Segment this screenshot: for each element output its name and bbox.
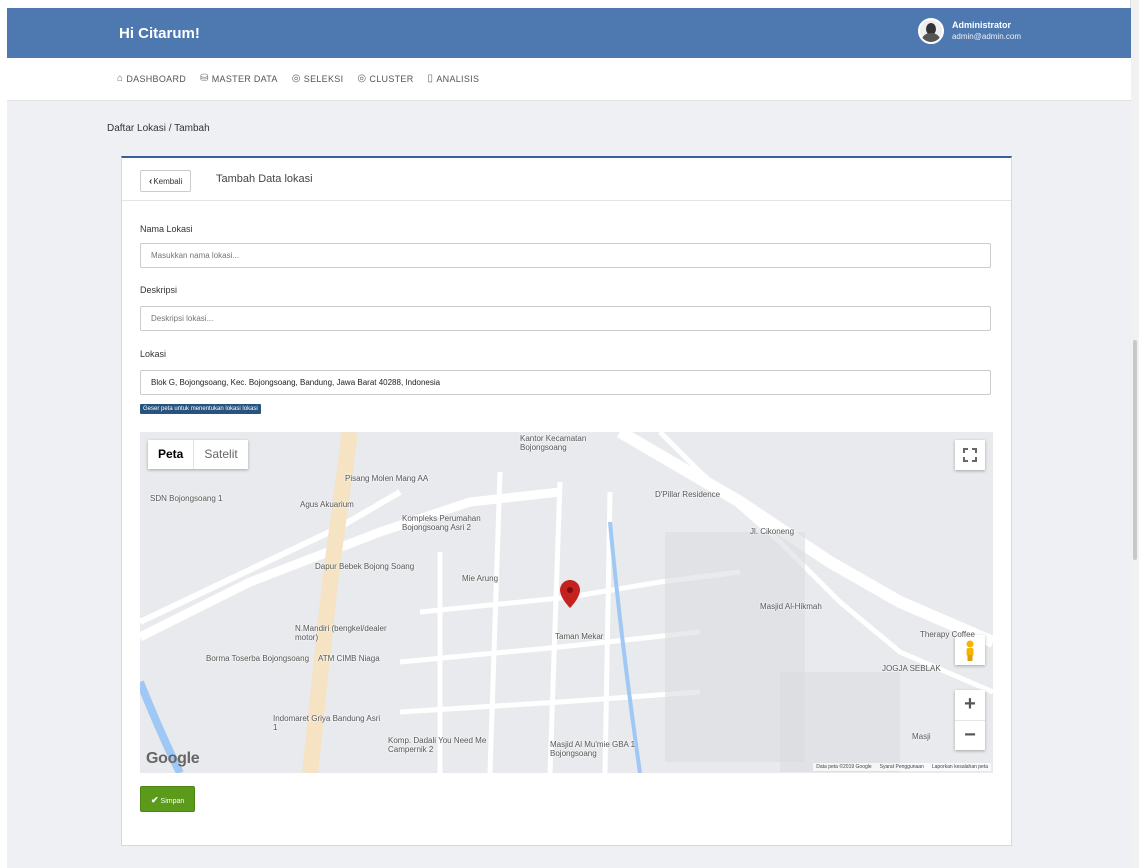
map-place-label[interactable]: D'Pillar Residence bbox=[655, 490, 720, 499]
nav-label: MASTER DATA bbox=[211, 73, 278, 84]
map-place-label[interactable]: SDN Bojongsoang 1 bbox=[150, 494, 223, 503]
description-label: Deskripsi bbox=[140, 285, 178, 295]
app-root: Hi Citarum! Administrator admin@admin.co… bbox=[0, 0, 1139, 868]
avatar[interactable] bbox=[917, 18, 944, 44]
description-input[interactable] bbox=[140, 306, 991, 331]
map-type-control: Peta Satelit bbox=[148, 440, 248, 469]
map-type-map[interactable]: Peta bbox=[148, 440, 193, 469]
nav-item-seleksi[interactable]: ◎ SELEKSI bbox=[292, 73, 344, 84]
map-place-label[interactable]: Mie Arung bbox=[462, 574, 498, 583]
map-place-label[interactable]: Therapy Coffee bbox=[920, 630, 975, 639]
google-logo: Google bbox=[146, 750, 200, 767]
save-button-label: Simpan bbox=[160, 798, 185, 805]
map-canvas[interactable] bbox=[140, 432, 993, 773]
back-button-label: Kembali bbox=[153, 177, 183, 186]
scrollbar[interactable] bbox=[1130, 0, 1139, 868]
map-pin-icon: ◎ bbox=[291, 73, 301, 84]
nav-item-master-data[interactable]: ⛁ MASTER DATA bbox=[200, 73, 278, 84]
main-nav: ⌂ DASHBOARD ⛁ MASTER DATA ◎ SELEKSI ◎ CLUSTER ▯ A… bbox=[7, 58, 1131, 101]
chevron-left-icon: ‹ bbox=[149, 176, 153, 187]
name-input[interactable] bbox=[140, 243, 991, 268]
name-label: Nama Lokasi bbox=[140, 224, 193, 234]
user-menu[interactable]: Administrator admin@admin.com bbox=[917, 18, 1021, 44]
nav-label: DASHBOARD bbox=[126, 73, 187, 84]
nav-label: CLUSTER bbox=[369, 73, 414, 84]
map-pin-icon: ◎ bbox=[357, 73, 367, 84]
brand-title[interactable]: Hi Citarum! bbox=[119, 25, 200, 42]
map-place-label[interactable]: Taman Mekar bbox=[555, 632, 603, 641]
map-hint-badge: Geser peta untuk menentukan lokasi lokas… bbox=[140, 404, 261, 414]
document-icon: ▯ bbox=[427, 73, 434, 84]
location-map[interactable]: Peta Satelit + − Google Data peta ©2019 … bbox=[140, 432, 993, 773]
main-content: Daftar Lokasi / Tambah ‹Kembali Tambah D… bbox=[7, 101, 1131, 868]
check-icon: ✔ bbox=[151, 795, 159, 805]
location-input[interactable] bbox=[140, 370, 991, 395]
map-place-label[interactable]: Komp. Dadali You Need Me Campernik 2 bbox=[388, 736, 498, 754]
nav-item-dashboard[interactable]: ⌂ DASHBOARD bbox=[117, 73, 186, 84]
window-edge bbox=[0, 0, 7, 868]
user-name: Administrator bbox=[951, 20, 1011, 30]
top-bar: Hi Citarum! Administrator admin@admin.co… bbox=[7, 8, 1131, 58]
map-place-label[interactable]: Kantor Kecamatan Bojongsoang bbox=[520, 434, 630, 452]
home-icon: ⌂ bbox=[117, 73, 124, 84]
map-place-label[interactable]: Jl. Cikoneng bbox=[750, 527, 794, 536]
nav-label: ANALISIS bbox=[436, 73, 480, 84]
card-title: Tambah Data lokasi bbox=[216, 173, 313, 185]
user-info: Administrator admin@admin.com bbox=[952, 20, 1021, 42]
map-place-label[interactable]: Agus Akuarium bbox=[300, 500, 354, 509]
map-place-label[interactable]: Pisang Molen Mang AA bbox=[345, 474, 428, 483]
form-card: ‹Kembali Tambah Data lokasi Nama Lokasi … bbox=[121, 156, 1012, 846]
street-view-button[interactable] bbox=[955, 635, 985, 665]
map-place-label[interactable]: JOGJA SEBLAK bbox=[882, 664, 941, 673]
attribution-item[interactable]: Syarat Penggunaan bbox=[880, 764, 924, 770]
save-button[interactable]: ✔ Simpan bbox=[140, 786, 196, 812]
map-place-label[interactable]: ATM CIMB Niaga bbox=[318, 654, 380, 663]
nav-item-cluster[interactable]: ◎ CLUSTER bbox=[357, 73, 413, 84]
nav-item-analisis[interactable]: ▯ ANALISIS bbox=[428, 73, 480, 84]
fullscreen-button[interactable] bbox=[955, 440, 985, 470]
land-block bbox=[780, 672, 900, 772]
attribution-item[interactable]: Laporkan kesalahan peta bbox=[932, 764, 988, 770]
database-icon: ⛁ bbox=[200, 73, 209, 84]
nav-label: SELEKSI bbox=[303, 73, 344, 84]
map-place-label[interactable]: Masjid Al Mu'mie GBA 1 Bojongsoang bbox=[550, 740, 660, 758]
scrollbar-thumb[interactable] bbox=[1133, 340, 1137, 560]
nav-list: ⌂ DASHBOARD ⛁ MASTER DATA ◎ SELEKSI ◎ CLUSTER ▯ A… bbox=[117, 73, 493, 84]
map-place-label[interactable]: Masjid Al-Hikmah bbox=[760, 602, 822, 611]
zoom-control: + − bbox=[955, 690, 985, 750]
attribution-item[interactable]: Data peta ©2019 Google bbox=[816, 764, 871, 770]
location-label: Lokasi bbox=[140, 349, 167, 359]
breadcrumb: Daftar Lokasi / Tambah bbox=[107, 123, 210, 134]
zoom-in-button[interactable]: + bbox=[955, 690, 985, 720]
user-email: admin@admin.com bbox=[951, 32, 1021, 41]
back-button[interactable]: ‹Kembali bbox=[140, 170, 192, 192]
map-place-label[interactable]: Kompleks Perumahan Bojongsoang Asri 2 bbox=[402, 514, 512, 532]
map-place-label[interactable]: N.Mandiri (bengkel/dealer motor) bbox=[295, 624, 405, 642]
map-place-label[interactable]: Masji bbox=[912, 732, 931, 741]
map-place-label[interactable]: Borma Toserba Bojongsoang bbox=[206, 654, 309, 663]
fullscreen-icon bbox=[963, 448, 977, 462]
map-type-satellite[interactable]: Satelit bbox=[193, 440, 247, 469]
card-header: ‹Kembali Tambah Data lokasi bbox=[122, 158, 1011, 201]
zoom-out-button[interactable]: − bbox=[955, 720, 985, 751]
map-attribution: Data peta ©2019 Google Syarat Penggunaan L… bbox=[813, 763, 991, 771]
map-place-label[interactable]: Indomaret Griya Bandung Asri 1 bbox=[273, 714, 383, 732]
pegman-icon bbox=[966, 640, 974, 661]
pin-dot bbox=[567, 587, 573, 593]
map-place-label[interactable]: Dapur Bebek Bojong Soang bbox=[315, 562, 414, 571]
